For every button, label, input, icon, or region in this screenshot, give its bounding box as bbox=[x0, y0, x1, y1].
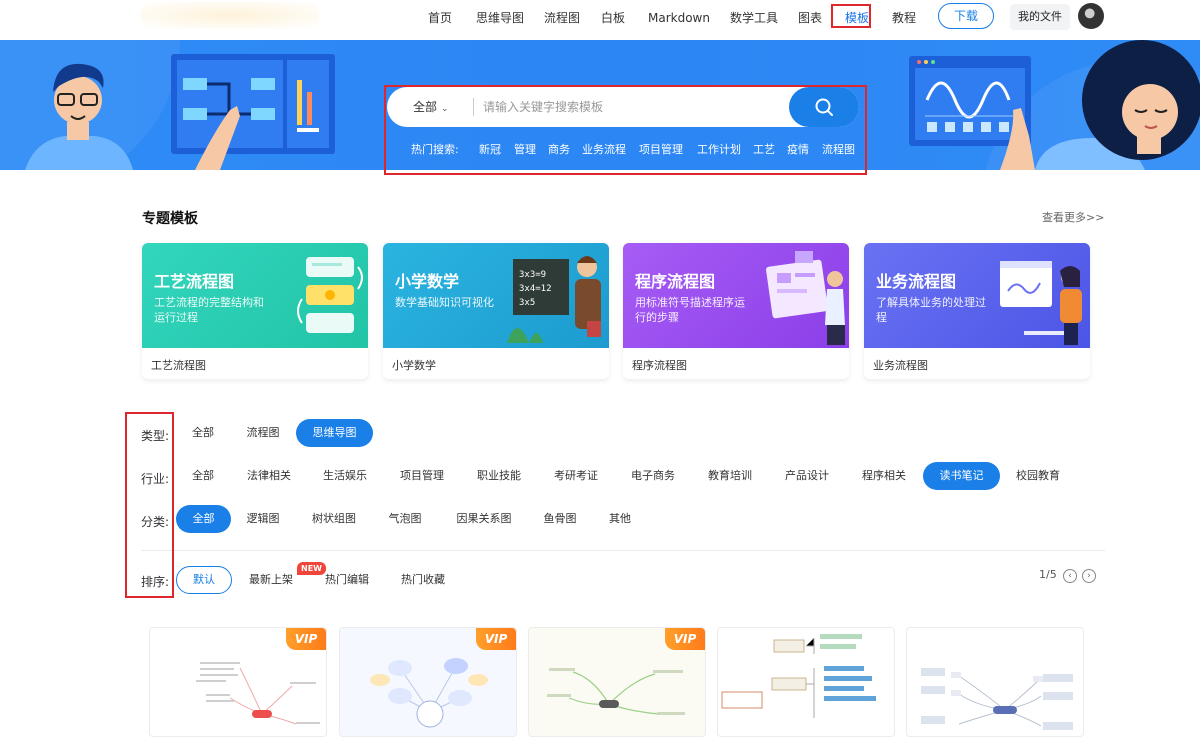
card-title: 程序流程图 bbox=[635, 272, 716, 291]
section-title: 专题模板 bbox=[142, 211, 198, 227]
category-option[interactable]: 树状组图 bbox=[303, 505, 365, 533]
card-title: 小学数学 bbox=[395, 272, 460, 291]
industry-option[interactable]: 项目管理 bbox=[391, 462, 453, 490]
card-description: 工艺流程的完整结构和运行过程 bbox=[154, 296, 264, 324]
teacher-blackboard-icon: 3x3=9 3x4=12 3x5 bbox=[507, 256, 601, 343]
svg-text:3x4=12: 3x4=12 bbox=[519, 284, 552, 294]
hero-left-illustration-icon bbox=[25, 54, 335, 170]
card-name: 工艺流程图 bbox=[151, 359, 206, 372]
divider bbox=[141, 550, 1105, 551]
download-button[interactable]: 下载 bbox=[938, 3, 994, 29]
search-highlight-box bbox=[384, 85, 867, 175]
type-option[interactable]: 流程图 bbox=[238, 419, 288, 447]
industry-option[interactable]: 生活娱乐 bbox=[314, 462, 376, 490]
top-navigation: 首页 思维导图 流程图 白板 Markdown 数学工具 图表 模板 教程 下载… bbox=[0, 0, 1200, 40]
nav-markdown[interactable]: Markdown bbox=[648, 8, 710, 28]
vip-badge: VIP bbox=[665, 628, 705, 650]
template-thumbnail[interactable]: VIP bbox=[528, 627, 706, 737]
vip-badge: VIP bbox=[476, 628, 516, 650]
template-thumbnail[interactable] bbox=[717, 627, 895, 737]
template-thumbnail[interactable]: VIP bbox=[339, 627, 517, 737]
industry-option[interactable]: 电子商务 bbox=[622, 462, 684, 490]
vip-badge: VIP bbox=[286, 628, 326, 650]
template-thumbnail[interactable] bbox=[906, 627, 1084, 737]
category-option[interactable]: 其他 bbox=[600, 505, 640, 533]
card-description: 数学基础知识可视化 bbox=[395, 296, 494, 309]
industry-option[interactable]: 法律相关 bbox=[238, 462, 300, 490]
nav-math-tools[interactable]: 数学工具 bbox=[730, 8, 778, 28]
featured-card-program[interactable]: 程序流程图 用标准符号描述程序运行的步骤 程序流程图 bbox=[623, 243, 849, 379]
process-flow-icon bbox=[297, 257, 363, 333]
featured-card-business[interactable]: 业务流程图 了解具体业务的处理过程 业务流程图 bbox=[864, 243, 1090, 379]
card-title: 业务流程图 bbox=[876, 272, 957, 291]
card-name: 程序流程图 bbox=[632, 359, 687, 372]
hero-right-illustration-icon bbox=[909, 40, 1200, 170]
industry-option[interactable]: 教育培训 bbox=[699, 462, 761, 490]
nav-whiteboard[interactable]: 白板 bbox=[601, 8, 625, 28]
type-option-selected[interactable]: 思维导图 bbox=[296, 419, 373, 447]
nav-home[interactable]: 首页 bbox=[428, 8, 452, 28]
category-option[interactable]: 逻辑图 bbox=[238, 505, 288, 533]
nav-mindmap[interactable]: 思维导图 bbox=[476, 8, 524, 28]
see-more-link[interactable]: 查看更多>> bbox=[1042, 209, 1104, 225]
card-description: 用标准符号描述程序运行的步骤 bbox=[635, 296, 745, 324]
program-flow-icon bbox=[766, 251, 845, 345]
industry-option-selected[interactable]: 读书笔记 bbox=[923, 462, 1000, 490]
category-option[interactable]: 因果关系图 bbox=[447, 505, 521, 533]
business-flow-icon bbox=[1000, 261, 1082, 345]
logo[interactable] bbox=[140, 2, 320, 28]
featured-card-process[interactable]: 工艺流程图 工艺流程的完整结构和运行过程 工艺流程图 bbox=[142, 243, 368, 379]
next-page-icon[interactable]: › bbox=[1082, 569, 1096, 583]
sort-option[interactable]: 热门编辑 bbox=[318, 566, 376, 594]
mindmap-preview-icon bbox=[921, 668, 1073, 730]
card-name: 小学数学 bbox=[392, 359, 436, 372]
svg-text:3x5: 3x5 bbox=[519, 298, 535, 308]
card-name: 业务流程图 bbox=[873, 359, 928, 372]
industry-option[interactable]: 校园教育 bbox=[1007, 462, 1069, 490]
templates-highlight-box bbox=[831, 4, 871, 28]
nav-tutorial[interactable]: 教程 bbox=[892, 8, 916, 28]
sort-option[interactable]: 最新上架 bbox=[242, 566, 300, 594]
template-thumbnail[interactable]: VIP bbox=[149, 627, 327, 737]
my-files-button[interactable]: 我的文件 bbox=[1010, 4, 1070, 30]
industry-option[interactable]: 全部 bbox=[182, 462, 224, 490]
avatar[interactable] bbox=[1078, 3, 1104, 29]
filter-labels-highlight-box bbox=[125, 412, 174, 598]
svg-text:3x3=9: 3x3=9 bbox=[519, 270, 546, 280]
industry-option[interactable]: 考研考证 bbox=[545, 462, 607, 490]
logic-map-preview-icon bbox=[721, 634, 876, 718]
card-title: 工艺流程图 bbox=[154, 272, 235, 291]
industry-option[interactable]: 产品设计 bbox=[776, 462, 838, 490]
featured-card-math[interactable]: 3x3=9 3x4=12 3x5 小学数学 数学基础知识可视化 小学数学 bbox=[383, 243, 609, 379]
page-indicator: 1/5 bbox=[1039, 568, 1057, 581]
card-description: 了解具体业务的处理过程 bbox=[876, 296, 986, 324]
type-option[interactable]: 全部 bbox=[182, 419, 224, 447]
category-option-selected[interactable]: 全部 bbox=[176, 505, 231, 533]
industry-option[interactable]: 程序相关 bbox=[853, 462, 915, 490]
prev-page-icon[interactable]: ‹ bbox=[1063, 569, 1077, 583]
category-option[interactable]: 气泡图 bbox=[380, 505, 430, 533]
nav-charts[interactable]: 图表 bbox=[798, 8, 822, 28]
sort-option-selected[interactable]: 默认 bbox=[176, 566, 232, 594]
nav-flowchart[interactable]: 流程图 bbox=[544, 8, 580, 28]
industry-option[interactable]: 职业技能 bbox=[468, 462, 530, 490]
category-option[interactable]: 鱼骨图 bbox=[535, 505, 585, 533]
sort-option[interactable]: 热门收藏 bbox=[394, 566, 452, 594]
